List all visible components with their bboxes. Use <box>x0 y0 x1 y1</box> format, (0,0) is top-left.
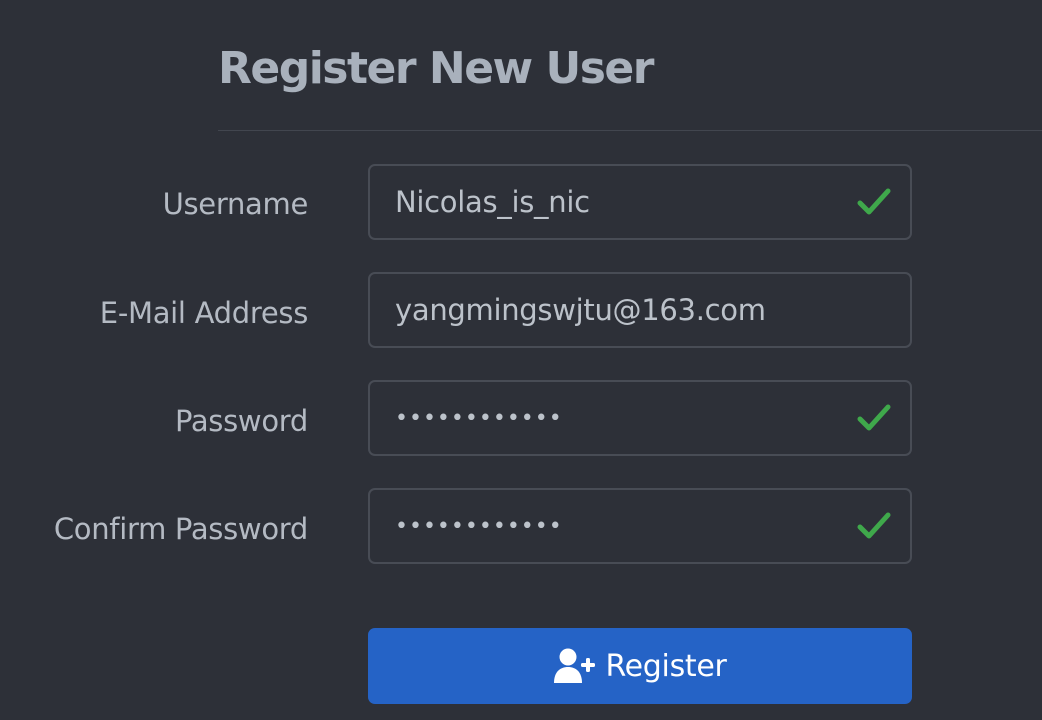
title-divider <box>218 130 1042 131</box>
confirm-password-label: Confirm Password <box>53 512 308 546</box>
confirm-password-input[interactable] <box>368 488 912 564</box>
username-input[interactable] <box>368 164 912 240</box>
confirm-password-valid-check-icon <box>857 512 891 539</box>
password-valid-check-icon <box>857 404 891 431</box>
register-button-label: Register <box>605 648 727 684</box>
user-plus-icon <box>554 648 596 683</box>
email-input[interactable] <box>368 272 912 348</box>
email-label: E-Mail Address <box>99 296 309 330</box>
password-input[interactable] <box>368 380 912 456</box>
register-button[interactable]: Register <box>368 628 912 704</box>
username-valid-check-icon <box>857 188 891 215</box>
password-label: Password <box>174 404 308 438</box>
username-label: Username <box>162 187 309 221</box>
page-title: Register New User <box>218 43 654 94</box>
